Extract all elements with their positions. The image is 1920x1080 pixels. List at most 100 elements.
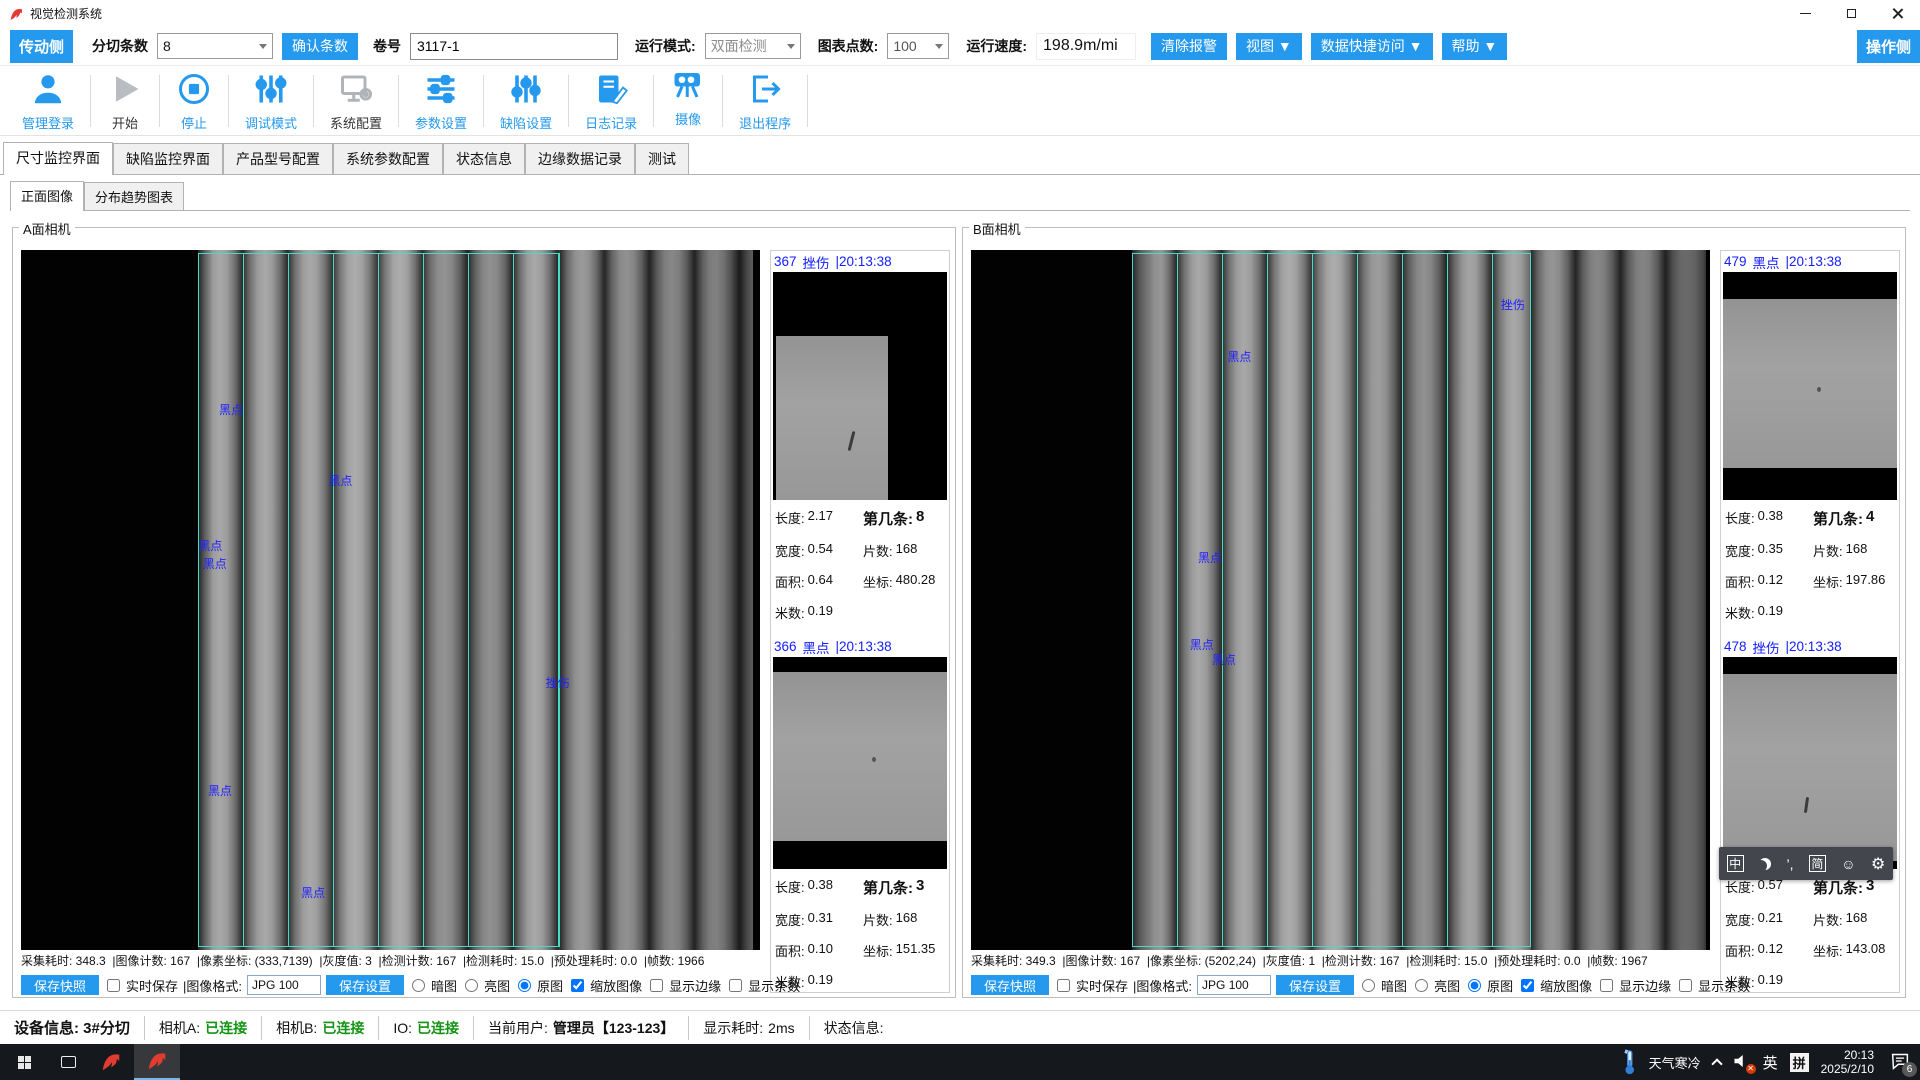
close-button[interactable]: [1874, 0, 1920, 27]
original-image-radio[interactable]: [1468, 979, 1481, 992]
camera-a-panel: A面相机 黑点 黑点 黑点 黑点 挫伤 黑点 黑点 367 挫伤 |20:13:…: [12, 227, 956, 998]
realtime-save-checkbox[interactable]: [1057, 979, 1070, 992]
camera-b-image[interactable]: 黑点 挫伤 黑点 黑点 黑点: [971, 250, 1710, 950]
camera-a-controls: 保存快照 实时保存 |图像格式: JPG 100 保存设置 暗图 亮图 原图 缩…: [21, 974, 800, 996]
action-exit-program[interactable]: 退出程序: [723, 70, 807, 132]
run-mode-label: 运行模式:: [635, 36, 696, 56]
defect-thumbnail[interactable]: [773, 657, 947, 869]
action-log-record[interactable]: 日志记录: [569, 70, 653, 132]
defect-mark: 挫伤: [546, 674, 570, 691]
status-bar: 设备信息: 3#分切 相机A:已连接 相机B:已连接 IO:已连接 当前用户:管…: [0, 1010, 1920, 1044]
thermometer-icon[interactable]: [1622, 1049, 1637, 1075]
defect-stats: 长度:0.57 第几条:3 宽度:0.21 片数:168 面积:0.12 坐标:…: [1721, 869, 1899, 991]
save-settings-button[interactable]: 保存设置: [326, 975, 404, 995]
notification-center-button[interactable]: 6: [1890, 1052, 1910, 1073]
action-camera[interactable]: 摄像: [654, 66, 722, 136]
bright-image-radio[interactable]: [465, 979, 478, 992]
action-start[interactable]: 开始: [91, 70, 159, 132]
realtime-save-checkbox[interactable]: [107, 979, 120, 992]
roll-number-input[interactable]: [410, 33, 618, 60]
speed-label: 运行速度:: [966, 36, 1027, 56]
defect-thumbnail[interactable]: [1723, 272, 1897, 500]
save-snapshot-button[interactable]: 保存快照: [21, 975, 99, 995]
ime-punctuation-icon[interactable]: ’,: [1786, 856, 1793, 872]
tab-test[interactable]: 测试: [635, 143, 689, 174]
original-image-radio[interactable]: [518, 979, 531, 992]
save-settings-button[interactable]: 保存设置: [1276, 975, 1354, 995]
defect-card-list: 479 黑点 |20:13:38 长度:0.38 第几条:4 宽度:0.35 片…: [1720, 250, 1900, 993]
ime-halfwidth-moon-icon[interactable]: [1759, 858, 1771, 870]
pinyin-ime-icon[interactable]: 拼: [1790, 1053, 1809, 1072]
taskbar-clock[interactable]: 20:13 2025/2/10: [1821, 1048, 1874, 1076]
show-strips-checkbox[interactable]: [1679, 979, 1692, 992]
run-mode-dropdown[interactable]: 双面检测: [705, 33, 801, 59]
task-view-button[interactable]: [48, 1044, 88, 1080]
weather-text[interactable]: 天气寒冷: [1649, 1053, 1701, 1072]
drive-side-button[interactable]: 传动侧: [10, 30, 73, 63]
taskbar-app-sogou[interactable]: [88, 1044, 134, 1080]
action-admin-login[interactable]: 管理登录: [6, 70, 90, 132]
speed-value: 198.9m/mi: [1036, 33, 1136, 60]
defect-thumbnail[interactable]: [1723, 657, 1897, 869]
action-debug-mode[interactable]: 调试模式: [229, 70, 313, 132]
subtab-front-image[interactable]: 正面图像: [10, 181, 84, 211]
detect-region-outline: [198, 253, 561, 947]
image-format-dropdown[interactable]: JPG 100: [1197, 975, 1271, 995]
zoom-image-checkbox[interactable]: [571, 979, 584, 992]
ime-emoji-icon[interactable]: ☺: [1841, 856, 1855, 872]
tab-product-config[interactable]: 产品型号配置: [223, 143, 333, 174]
dark-image-radio[interactable]: [1362, 979, 1375, 992]
tray-expand-chevron-icon[interactable]: [1711, 1058, 1722, 1069]
taskbar-app-vision-system[interactable]: [134, 1044, 180, 1080]
action-stop[interactable]: 停止: [160, 70, 228, 132]
defect-card-header[interactable]: 366 黑点 |20:13:38: [771, 636, 949, 657]
subtab-trend-chart[interactable]: 分布趋势图表: [84, 182, 184, 210]
image-format-dropdown[interactable]: JPG 100: [247, 975, 321, 995]
ime-simplified-icon[interactable]: 简: [1809, 855, 1826, 872]
tab-size-monitor[interactable]: 尺寸监控界面: [3, 142, 113, 175]
tab-edge-data[interactable]: 边缘数据记录: [525, 143, 635, 174]
ime-language-indicator[interactable]: 英: [1763, 1052, 1778, 1073]
defect-mark: 黑点: [203, 555, 227, 572]
ime-chinese-mode-icon[interactable]: 中: [1727, 855, 1744, 872]
camera-a-status-line: 采集耗时: 348.3 |图像计数: 167 |像素坐标: (333,7139)…: [21, 952, 763, 969]
defect-card-header[interactable]: 478 挫伤 |20:13:38: [1721, 636, 1899, 657]
dark-image-radio[interactable]: [412, 979, 425, 992]
clear-alarm-button[interactable]: 清除报警: [1151, 33, 1227, 60]
show-edge-checkbox[interactable]: [1600, 979, 1613, 992]
main-toolbar: 传动侧 分切条数 8 确认条数 卷号 运行模式: 双面检测 图表点数: 100 …: [0, 27, 1920, 66]
save-snapshot-button[interactable]: 保存快照: [971, 975, 1049, 995]
help-menu-button[interactable]: 帮助 ▼: [1442, 33, 1508, 60]
chart-points-dropdown[interactable]: 100: [887, 33, 949, 59]
show-strips-checkbox[interactable]: [729, 979, 742, 992]
camera-icon: [670, 67, 706, 106]
minimize-button[interactable]: [1782, 0, 1828, 27]
quick-data-menu-button[interactable]: 数据快捷访问 ▼: [1311, 33, 1433, 60]
display-time: 显示耗时:2ms: [689, 1016, 809, 1040]
operate-side-button[interactable]: 操作侧: [1857, 30, 1920, 63]
action-defect-settings[interactable]: 缺陷设置: [484, 70, 568, 132]
tab-defect-monitor[interactable]: 缺陷监控界面: [113, 143, 223, 174]
confirm-count-button[interactable]: 确认条数: [282, 33, 358, 60]
defect-mark: 黑点: [219, 401, 243, 418]
zoom-image-checkbox[interactable]: [1521, 979, 1534, 992]
current-user: 当前用户:管理员【123-123】: [474, 1016, 689, 1040]
action-system-config[interactable]: 系统配置: [314, 70, 398, 132]
view-menu-button[interactable]: 视图 ▼: [1236, 33, 1302, 60]
tab-status-info[interactable]: 状态信息: [443, 143, 525, 174]
show-edge-checkbox[interactable]: [650, 979, 663, 992]
start-button[interactable]: [0, 1044, 48, 1080]
camera-a-image[interactable]: 黑点 黑点 黑点 黑点 挫伤 黑点 黑点: [21, 250, 760, 950]
roll-label: 卷号: [373, 36, 401, 56]
camera-b-connection: 相机B:已连接: [262, 1016, 379, 1040]
tab-system-params[interactable]: 系统参数配置: [333, 143, 443, 174]
ime-settings-gear-icon[interactable]: ⚙: [1871, 854, 1885, 874]
bright-image-radio[interactable]: [1415, 979, 1428, 992]
defect-card-header[interactable]: 367 挫伤 |20:13:38: [771, 251, 949, 272]
defect-card-header[interactable]: 479 黑点 |20:13:38: [1721, 251, 1899, 272]
volume-muted-icon[interactable]: ✕: [1733, 1053, 1751, 1072]
slit-count-dropdown[interactable]: 8: [157, 33, 273, 59]
defect-thumbnail[interactable]: [773, 272, 947, 500]
maximize-button[interactable]: [1828, 0, 1874, 27]
action-param-settings[interactable]: 参数设置: [399, 70, 483, 132]
